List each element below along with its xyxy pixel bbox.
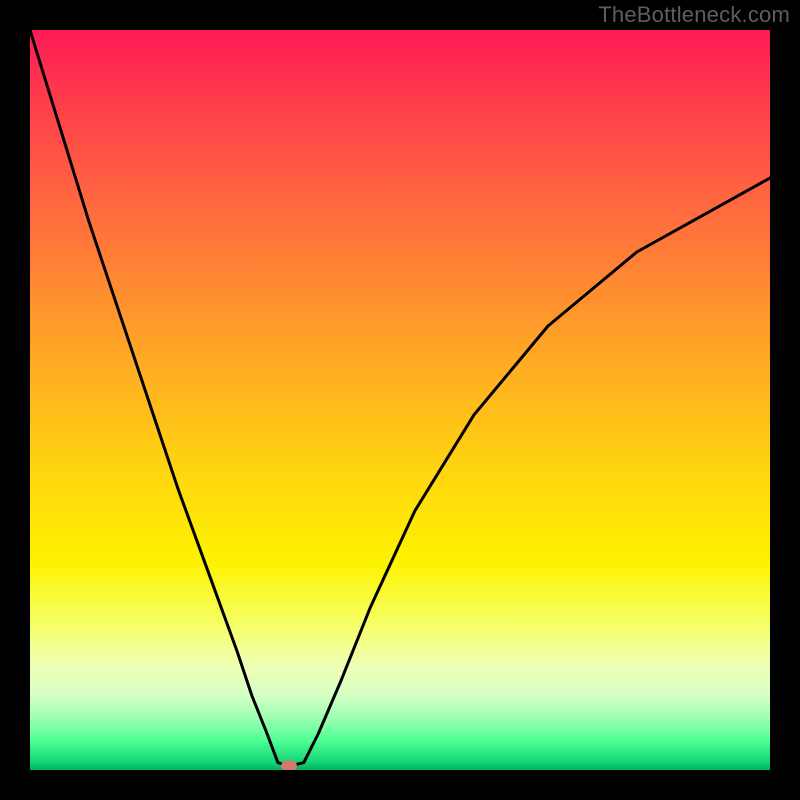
curve-svg [30,30,770,770]
bottleneck-curve [30,30,770,766]
plot-area [30,30,770,770]
optimum-marker [281,760,297,770]
chart-frame: TheBottleneck.com [0,0,800,800]
watermark-text: TheBottleneck.com [598,2,790,28]
